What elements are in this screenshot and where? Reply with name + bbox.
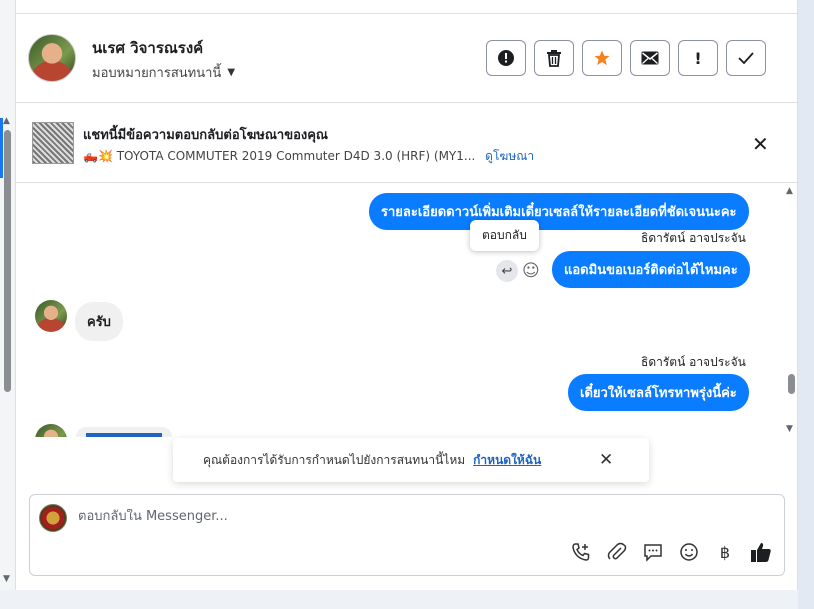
check-icon bbox=[738, 52, 754, 64]
ad-subtitle: 🛻💥 TOYOTA COMMUTER 2019 Commuter D4D 3.0… bbox=[83, 149, 476, 163]
baht-payment-icon[interactable]: ฿ bbox=[714, 541, 736, 563]
right-background bbox=[798, 0, 814, 609]
scroll-down-arrow-icon[interactable]: ▼ bbox=[786, 424, 793, 434]
caret-down-icon: ▼ bbox=[227, 67, 236, 78]
message-scrollbar[interactable]: ▲ ▼ bbox=[784, 186, 798, 436]
assign-to-me-link[interactable]: กำหนดให้ฉัน bbox=[473, 451, 541, 470]
contact-name[interactable]: นเรศ วิจารณรงค์ bbox=[92, 36, 203, 60]
message-scroll-thumb[interactable] bbox=[788, 374, 795, 394]
ad-thumbnail[interactable] bbox=[32, 122, 74, 164]
outgoing-message[interactable]: เดี๋ยวให้เซลล์โทรหาพรุ่งนี้ค่ะ bbox=[568, 374, 749, 411]
left-scrollbar[interactable]: ▲ ▼ bbox=[0, 0, 16, 590]
trash-icon bbox=[547, 50, 561, 67]
sender-name: ธิดารัตน์ อาจประจัน bbox=[641, 231, 746, 245]
reply-composer: ฿ bbox=[29, 494, 785, 576]
view-ad-link[interactable]: ดูโฆษณา bbox=[485, 149, 534, 163]
incoming-message[interactable]: ครับ bbox=[75, 302, 123, 341]
emoji-react-icon[interactable]: ☺ bbox=[522, 261, 540, 281]
reply-input[interactable] bbox=[78, 509, 678, 524]
alert-circle-icon bbox=[498, 50, 514, 66]
ad-subtitle-row: 🛻💥 TOYOTA COMMUTER 2019 Commuter D4D 3.0… bbox=[83, 147, 534, 166]
outgoing-message[interactable]: แอดมินขอเบอร์ติดต่อได้ไหมคะ bbox=[552, 251, 750, 288]
attachment-icon[interactable] bbox=[606, 541, 628, 563]
star-button[interactable] bbox=[582, 40, 622, 76]
close-icon[interactable]: ✕ bbox=[599, 450, 613, 470]
reply-icon[interactable]: ↩ bbox=[496, 260, 518, 282]
thumbs-up-icon[interactable] bbox=[750, 541, 772, 563]
scroll-up-arrow-icon[interactable]: ▲ bbox=[786, 186, 793, 196]
left-scroll-thumb[interactable] bbox=[4, 130, 11, 392]
call-add-icon[interactable] bbox=[570, 541, 592, 563]
email-button[interactable] bbox=[630, 40, 670, 76]
close-icon[interactable]: ✕ bbox=[752, 132, 769, 156]
contact-avatar-small bbox=[35, 300, 67, 332]
ad-title: แชทนี้มีข้อความตอบกลับต่อโฆษณาของคุณ bbox=[83, 128, 328, 143]
exclamation-icon: ! bbox=[694, 48, 702, 68]
conversation-header: นเรศ วิจารณรงค์ มอบหมายการสนทนานี้ ▼ ! bbox=[16, 14, 798, 103]
conversation-panel: นเรศ วิจารณรงค์ มอบหมายการสนทนานี้ ▼ ! แ… bbox=[16, 0, 798, 590]
header-actions: ! bbox=[486, 40, 766, 76]
scroll-up-arrow-icon[interactable]: ▲ bbox=[3, 116, 10, 126]
image-attachment-partial[interactable] bbox=[86, 433, 162, 437]
ad-reply-banner: แชทนี้มีข้อความตอบกลับต่อโฆษณาของคุณ 🛻💥 … bbox=[16, 104, 798, 183]
composer-tools: ฿ bbox=[570, 541, 772, 563]
sender-name: ธิดารัตน์ อาจประจัน bbox=[641, 355, 746, 369]
emoji-icon[interactable] bbox=[678, 541, 700, 563]
page-avatar bbox=[39, 504, 67, 532]
delete-button[interactable] bbox=[534, 40, 574, 76]
assign-prompt-text: คุณต้องการได้รับการกำหนดไปยังการสนทนานี้… bbox=[203, 452, 466, 467]
assign-label: มอบหมายการสนทนานี้ bbox=[92, 66, 222, 81]
mark-done-button[interactable] bbox=[726, 40, 766, 76]
scroll-down-arrow-icon[interactable]: ▼ bbox=[3, 574, 10, 584]
mail-icon bbox=[641, 51, 659, 65]
saved-replies-icon[interactable] bbox=[642, 541, 664, 563]
left-selection-marker bbox=[0, 118, 3, 178]
message-list[interactable]: รายละเอียดดาวน์เพิ่มเติมเดี๋ยวเซลล์ให้รา… bbox=[16, 183, 798, 437]
alert-button[interactable] bbox=[486, 40, 526, 76]
outgoing-message[interactable]: รายละเอียดดาวน์เพิ่มเติมเดี๋ยวเซลล์ให้รา… bbox=[369, 193, 749, 230]
mark-important-button[interactable]: ! bbox=[678, 40, 718, 76]
contact-avatar-small bbox=[35, 424, 67, 437]
reply-tooltip: ตอบกลับ bbox=[470, 220, 539, 251]
contact-avatar[interactable] bbox=[28, 34, 76, 82]
assign-conversation-dropdown[interactable]: มอบหมายการสนทนานี้ ▼ bbox=[92, 62, 235, 83]
star-icon bbox=[594, 50, 610, 66]
assign-prompt: คุณต้องการได้รับการกำหนดไปยังการสนทนานี้… bbox=[173, 438, 649, 482]
